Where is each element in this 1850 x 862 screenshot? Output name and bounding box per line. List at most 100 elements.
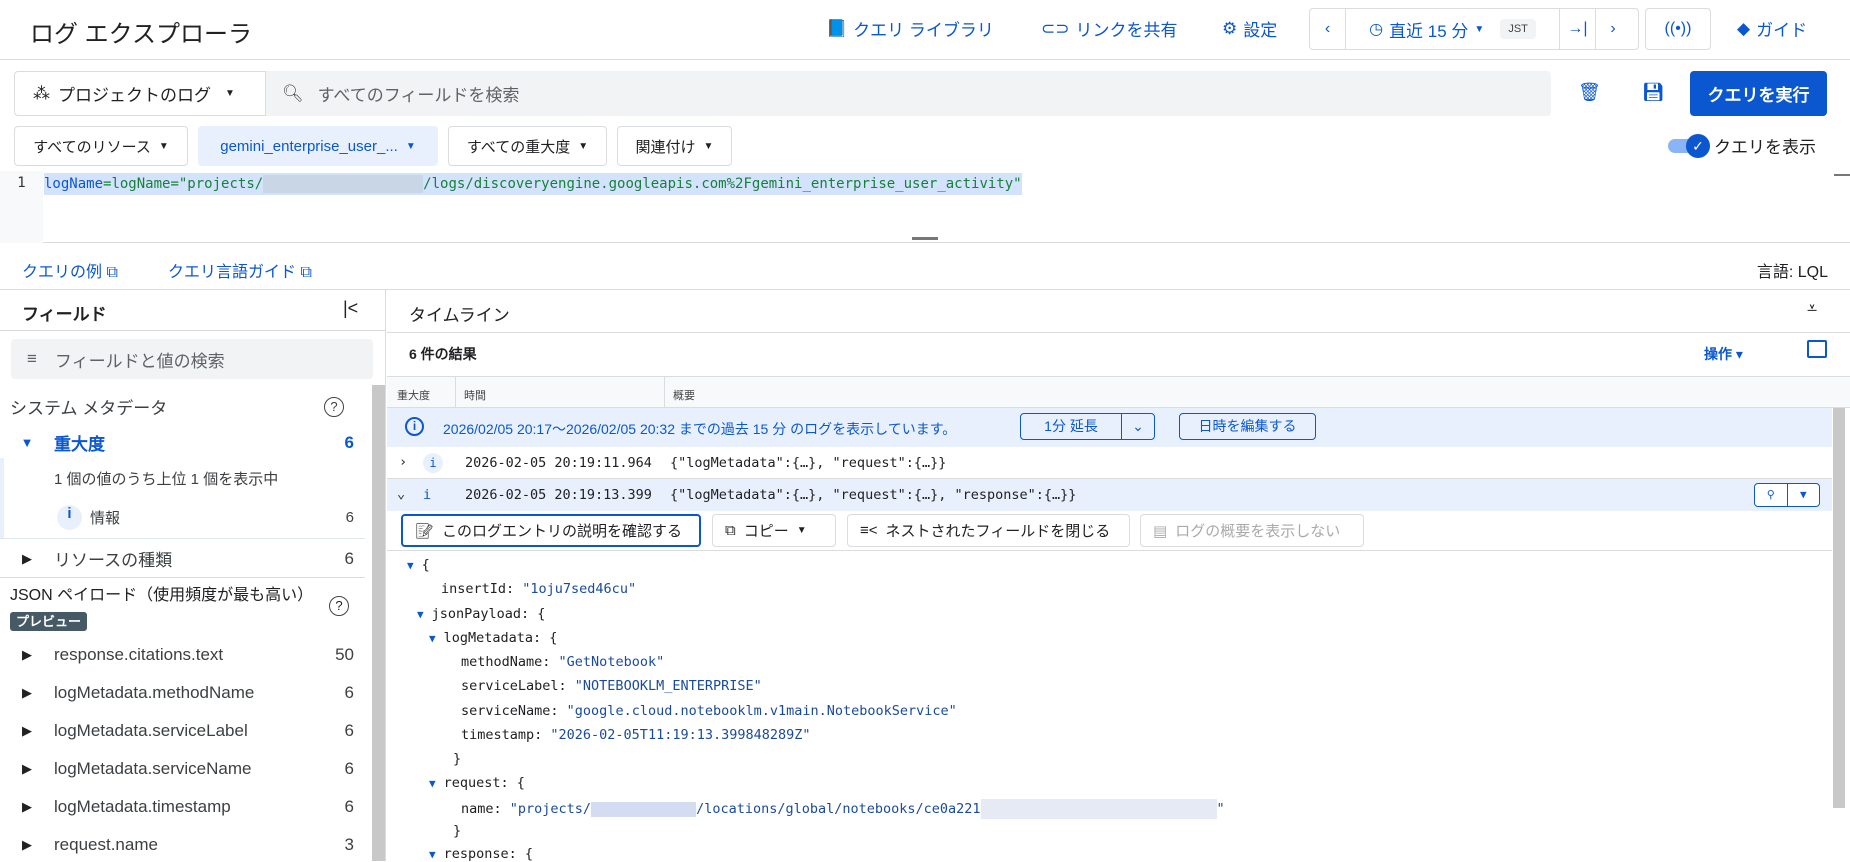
school-icon: ◆ — [1737, 18, 1751, 38]
log-row-expanded[interactable]: ⌄ i 2026-02-05 20:19:13.399 {"logMetadat… — [387, 479, 1832, 511]
top-bar: ログ エクスプローラ 📘 クエリ ライブラリ ⊂⊃ リンクを共有 ⚙ 設定 ‹ ◷ 直近… — [0, 0, 1850, 60]
query-language-guide-link[interactable]: クエリ言語ガイド ⧉ — [168, 258, 312, 282]
caret-down-icon: ▼ — [703, 140, 714, 152]
collapse-icon: ⌄ — [397, 486, 406, 502]
info-icon: i — [57, 505, 82, 530]
summary-icon: ▤ — [1153, 522, 1168, 540]
log-row[interactable]: › i 2026-02-05 20:19:11.964 {"logMetadat… — [387, 447, 1832, 479]
guide-button[interactable]: ◆ ガイド — [1737, 16, 1807, 41]
field-item[interactable]: ▶ request.name 3 — [0, 835, 360, 855]
field-item[interactable]: ▶ logMetadata.serviceName 6 — [0, 759, 360, 779]
preview-badge: プレビュー — [10, 612, 88, 631]
save-icon[interactable]: 💾︎ — [1642, 82, 1665, 103]
time-back-button[interactable]: ‹ — [1310, 9, 1346, 49]
caret-down-icon: ▼ — [1474, 23, 1485, 35]
fields-title: フィールド — [22, 305, 107, 324]
caret-down-icon: ▼ — [796, 525, 807, 536]
field-item[interactable]: ▶ logMetadata.methodName 6 — [0, 683, 360, 703]
fields-panel: フィールド |< ≡ フィールドと値の検索 システム メタデータ? ▼ 重大度 6 1… — [0, 290, 386, 861]
explain-icon: 📝︎ — [415, 522, 435, 540]
expand-timeline-icon[interactable]: ⩡ — [1807, 298, 1817, 319]
timezone-badge: JST — [1500, 19, 1536, 39]
expand-icon: ▶ — [22, 647, 32, 662]
collapse-all-icon: ≡< — [860, 522, 878, 539]
caret-down-icon: ▼ — [158, 140, 169, 152]
field-resource-type[interactable]: ▶ リソースの種類 6 — [0, 546, 360, 571]
copy-button[interactable]: ⧉ コピー ▼ — [712, 514, 836, 547]
query-library-button[interactable]: 📘 クエリ ライブラリ — [826, 16, 994, 41]
actions-dropdown[interactable]: 操作 ▾ — [1704, 344, 1743, 364]
stream-icon: ((•)) — [1664, 20, 1692, 37]
query-links-bar: クエリの例 ⧉ クエリ言語ガイド ⧉ 言語: LQL — [0, 246, 1850, 290]
show-query-toggle[interactable]: ✓ クエリを表示 — [1668, 133, 1816, 158]
expand-icon: › — [399, 454, 408, 470]
scrollbar[interactable] — [1833, 408, 1845, 808]
search-input[interactable]: 🔍︎ すべてのフィールドを検索 — [266, 71, 1551, 116]
column-header: 重大度 時間 概要 — [387, 376, 1850, 408]
expand-icon: ▶ — [22, 685, 32, 700]
scrollbar[interactable] — [1834, 174, 1850, 176]
expand-icon: ▶ — [22, 761, 32, 776]
field-item[interactable]: ▶ response.citations.text 50 — [0, 645, 360, 665]
correlate-filter[interactable]: 関連付け ▼ — [617, 126, 732, 166]
field-value-info[interactable]: i 情報 6 — [0, 505, 360, 530]
filter-icon: ≡ — [27, 349, 37, 368]
jump-to-now-button[interactable]: →| — [1560, 9, 1596, 49]
book-icon: 📘 — [826, 18, 848, 38]
severity-info-icon: i — [423, 487, 432, 503]
log-name-filter[interactable]: gemini_enterprise_user_... ▼ — [198, 126, 438, 166]
time-range-banner: i 2026/02/05 20:17〜2026/02/05 20:32 までの過… — [387, 408, 1832, 447]
pin-icon: ⚲ — [1755, 484, 1788, 506]
edit-time-button[interactable]: 日時を編集する — [1179, 413, 1316, 440]
collapse-panel-icon[interactable]: |< — [343, 298, 358, 319]
timeline-title: タイムライン — [409, 306, 510, 325]
info-icon: i — [405, 417, 424, 436]
expand-icon: ▶ — [22, 799, 32, 814]
gear-icon: ⚙ — [1222, 18, 1238, 38]
expand-icon: ▶ — [22, 837, 32, 852]
resource-filter[interactable]: すべてのリソース ▼ — [14, 126, 188, 166]
caret-down-icon: ▼ — [225, 88, 235, 99]
check-icon: ✓ — [1686, 133, 1710, 158]
query-examples-link[interactable]: クエリの例 ⧉ — [22, 258, 118, 282]
language-label: 言語: LQL — [1756, 264, 1828, 281]
settings-button[interactable]: ⚙ 設定 — [1222, 16, 1277, 41]
severity-info-icon: i — [423, 453, 443, 473]
query-text[interactable]: logName=logName="projects//logs/discover… — [44, 173, 1022, 195]
delete-icon[interactable]: 🗑︎ — [1578, 82, 1601, 103]
chevron-down-icon: ⌄ — [1132, 418, 1144, 434]
field-item[interactable]: ▶ logMetadata.timestamp 6 — [0, 797, 360, 817]
expand-icon: ▼ — [20, 435, 34, 450]
project-scope-dropdown[interactable]: ⁂ プロジェクトのログ ▼ — [14, 71, 266, 116]
stream-logs-button[interactable]: ((•)) — [1645, 8, 1711, 50]
run-query-button[interactable]: クエリを実行 — [1690, 71, 1827, 116]
time-range-control: ‹ ◷ 直近 15 分 ▼ JST →| › — [1309, 8, 1639, 50]
expand-icon: ▶ — [22, 723, 32, 738]
time-range-picker[interactable]: ◷ 直近 15 分 ▼ JST — [1346, 9, 1560, 49]
field-severity[interactable]: ▼ 重大度 6 — [0, 430, 360, 455]
caret-down-icon: ▼ — [578, 140, 589, 152]
query-editor[interactable]: 1 logName=logName="projects//logs/discov… — [0, 171, 1850, 243]
results-panel: タイムライン ⩡ 6 件の結果 操作 ▾ 重大度 時間 概要 i 2026/02… — [387, 290, 1850, 861]
help-icon[interactable]: ? — [329, 596, 349, 616]
severity-summary: 1 個の値のうち上位 1 個を表示中 — [54, 471, 279, 488]
clock-icon: ◷ — [1369, 21, 1384, 38]
explain-log-entry-button[interactable]: 📝︎ このログエントリの説明を確認する — [401, 514, 701, 547]
collapse-nested-button[interactable]: ≡< ネストされたフィールドを閉じる — [847, 514, 1130, 547]
field-search-input[interactable]: ≡ フィールドと値の検索 — [11, 339, 373, 379]
help-icon[interactable]: ? — [324, 396, 344, 417]
time-forward-button[interactable]: › — [1596, 9, 1630, 49]
system-metadata-title: システム メタデータ — [10, 399, 168, 418]
chevron-left-icon: ‹ — [1324, 20, 1331, 37]
severity-filter[interactable]: すべての重大度 ▼ — [448, 126, 607, 166]
extend-button[interactable]: 1分 延長 ⌄ — [1020, 413, 1155, 440]
share-link-button[interactable]: ⊂⊃ リンクを共有 — [1041, 16, 1178, 41]
field-item[interactable]: ▶ logMetadata.serviceLabel 6 — [0, 721, 360, 741]
pin-button[interactable]: ⚲ ▼ — [1754, 483, 1820, 507]
scrollbar[interactable] — [372, 385, 385, 861]
caret-down-icon: ▼ — [1799, 488, 1807, 501]
fullscreen-icon[interactable] — [1807, 340, 1827, 358]
search-icon: 🔍︎ — [282, 83, 304, 103]
resize-handle[interactable] — [912, 237, 938, 240]
line-number: 1 — [0, 171, 43, 243]
